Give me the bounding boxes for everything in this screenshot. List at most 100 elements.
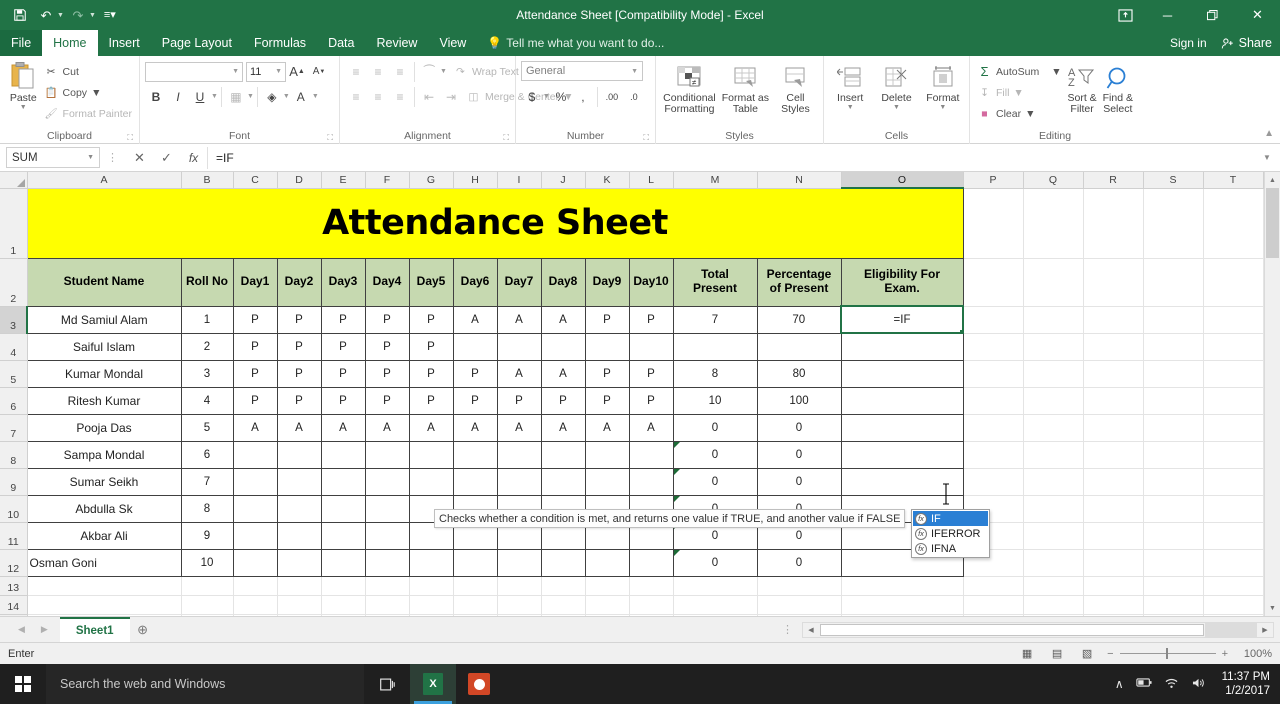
decrease-decimal-button[interactable]: .0 <box>623 86 645 107</box>
share-button[interactable]: Share <box>1221 36 1272 50</box>
format-painter-button[interactable]: 🖌 Format Painter <box>42 103 134 124</box>
header-cell-day6[interactable]: Day6 <box>453 258 497 306</box>
cell-H9-day6[interactable] <box>453 468 497 495</box>
insert-cells-dropdown-icon[interactable]: ▼ <box>847 104 854 111</box>
cell-F11-day4[interactable] <box>365 522 409 549</box>
cell-T9[interactable] <box>1203 468 1263 495</box>
wifi-icon[interactable] <box>1164 677 1179 692</box>
align-right-button[interactable]: ≡ <box>389 86 411 107</box>
cell-S5[interactable] <box>1143 360 1203 387</box>
cell-Q6[interactable] <box>1023 387 1083 414</box>
column-header-B[interactable]: B <box>181 172 233 188</box>
cell-M13[interactable] <box>673 576 757 595</box>
cell-T8[interactable] <box>1203 441 1263 468</box>
cell-P4[interactable] <box>963 333 1023 360</box>
increase-decimal-button[interactable]: .00 <box>601 86 623 107</box>
cell-K13[interactable] <box>585 576 629 595</box>
cell-G13[interactable] <box>409 576 453 595</box>
copy-dropdown-icon[interactable]: ▼ <box>91 87 101 99</box>
underline-dropdown-icon[interactable]: ▼ <box>211 93 218 100</box>
column-header-E[interactable]: E <box>321 172 365 188</box>
normal-view-icon[interactable]: ▦ <box>1017 646 1037 662</box>
row-header-7[interactable]: 7 <box>0 414 27 441</box>
cell-J8-day8[interactable] <box>541 441 585 468</box>
vertical-scrollbar[interactable]: ▲ ▼ <box>1264 172 1280 616</box>
zoom-level-label[interactable]: 100% <box>1238 648 1272 660</box>
cell-D12-day2[interactable] <box>277 549 321 576</box>
font-color-button[interactable]: A <box>290 86 312 107</box>
cell-E3-day3[interactable]: P <box>321 306 365 333</box>
row-header-10[interactable]: 10 <box>0 495 27 522</box>
cell-K15[interactable] <box>585 614 629 616</box>
page-break-preview-icon[interactable]: ▧ <box>1077 646 1097 662</box>
scroll-down-icon[interactable]: ▼ <box>1265 600 1280 616</box>
row-header-13[interactable]: 13 <box>0 576 27 595</box>
align-top-button[interactable]: ≡ <box>345 61 367 82</box>
cell-C9-day1[interactable] <box>233 468 277 495</box>
cell-D11-day2[interactable] <box>277 522 321 549</box>
conditional-formatting-button[interactable]: ≠ Conditional Formatting <box>661 59 718 115</box>
accounting-format-button[interactable]: $ <box>521 86 543 107</box>
cell-B11-roll[interactable]: 9 <box>181 522 233 549</box>
format-cells-dropdown-icon[interactable]: ▼ <box>939 104 946 111</box>
paste-dropdown-icon[interactable]: ▼ <box>20 104 27 111</box>
cell-C11-day1[interactable] <box>233 522 277 549</box>
cell-P1[interactable] <box>963 188 1023 258</box>
taskbar-search-input[interactable]: Search the web and Windows <box>46 664 364 704</box>
header-cell-day1[interactable]: Day1 <box>233 258 277 306</box>
cell-A7-student-name[interactable]: Pooja Das <box>27 414 181 441</box>
format-as-table-button[interactable]: Format as Table <box>720 59 771 115</box>
cell-L15[interactable] <box>629 614 673 616</box>
find-select-button[interactable]: Find & Select <box>1101 59 1135 115</box>
cell-A3-student-name[interactable]: Md Samiul Alam <box>27 306 181 333</box>
sheet-title-cell[interactable]: Attendance Sheet <box>27 188 963 258</box>
cell-Q7[interactable] <box>1023 414 1083 441</box>
cell-P13[interactable] <box>963 576 1023 595</box>
cell-A11-student-name[interactable]: Akbar Ali <box>27 522 181 549</box>
cell-M5-total[interactable]: 8 <box>673 360 757 387</box>
cell-S8[interactable] <box>1143 441 1203 468</box>
borders-dropdown-icon[interactable]: ▼ <box>247 93 254 100</box>
cell-J5-day8[interactable]: A <box>541 360 585 387</box>
cell-G12-day5[interactable] <box>409 549 453 576</box>
cell-L7-day10[interactable]: A <box>629 414 673 441</box>
cell-E13[interactable] <box>321 576 365 595</box>
orientation-dropdown-icon[interactable]: ▼ <box>440 68 447 75</box>
increase-font-size-button[interactable]: A▲ <box>286 61 308 82</box>
cell-D8-day2[interactable] <box>277 441 321 468</box>
cell-L5-day10[interactable]: P <box>629 360 673 387</box>
alignment-dialog-launcher-icon[interactable]: ⛶ <box>503 133 509 143</box>
cut-button[interactable]: ✂ Cut <box>42 61 134 82</box>
cell-O13[interactable] <box>841 576 963 595</box>
header-cell-day8[interactable]: Day8 <box>541 258 585 306</box>
header-cell-day4[interactable]: Day4 <box>365 258 409 306</box>
cell-Q13[interactable] <box>1023 576 1083 595</box>
cell-N7-percent[interactable]: 0 <box>757 414 841 441</box>
italic-button[interactable]: I <box>167 86 189 107</box>
zoom-in-button[interactable]: + <box>1222 648 1228 660</box>
horizontal-scrollbar[interactable]: ◀ ▶ <box>802 622 1274 638</box>
decrease-indent-button[interactable]: ⇤ <box>418 86 440 107</box>
font-size-input[interactable]: 11 ▼ <box>246 62 286 82</box>
sign-in-link[interactable]: Sign in <box>1170 36 1207 50</box>
fill-button[interactable]: ↧ Fill ▼ <box>975 82 1064 103</box>
cell-R4[interactable] <box>1083 333 1143 360</box>
cell-styles-button[interactable]: Cell Styles <box>773 59 818 115</box>
fill-color-button[interactable]: ◈ <box>261 86 283 107</box>
name-box-dropdown-icon[interactable]: ▼ <box>87 154 94 161</box>
cell-F4-day4[interactable]: P <box>365 333 409 360</box>
copy-button[interactable]: 📋 Copy ▼ <box>42 82 134 103</box>
cell-H15[interactable] <box>453 614 497 616</box>
cell-N9-percent[interactable]: 0 <box>757 468 841 495</box>
cell-R11[interactable] <box>1083 522 1143 549</box>
cell-O4-eligibility[interactable] <box>841 333 963 360</box>
font-name-input[interactable]: ▼ <box>145 62 243 82</box>
bold-button[interactable]: B <box>145 86 167 107</box>
cell-O14[interactable] <box>841 595 963 614</box>
cell-R8[interactable] <box>1083 441 1143 468</box>
scroll-right-icon[interactable]: ▶ <box>1257 626 1273 634</box>
cell-I7-day7[interactable]: A <box>497 414 541 441</box>
cell-A6-student-name[interactable]: Ritesh Kumar <box>27 387 181 414</box>
cell-L8-day10[interactable] <box>629 441 673 468</box>
cell-I4-day7[interactable] <box>497 333 541 360</box>
